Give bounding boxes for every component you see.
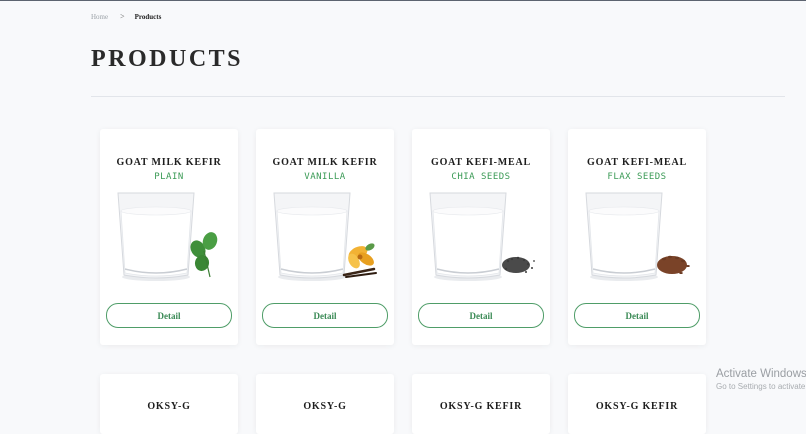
- watermark-title: Activate Windows: [716, 368, 806, 380]
- product-name: GOAT MILK KEFIR: [272, 157, 378, 168]
- top-border: [0, 0, 806, 1]
- detail-button[interactable]: Detail: [418, 303, 544, 328]
- product-variant: PLAIN: [154, 172, 184, 182]
- breadcrumb-current: Products: [134, 12, 162, 21]
- kefir-glass-chia-image: [429, 192, 535, 281]
- page-title: PRODUCTS: [91, 46, 244, 72]
- product-card: GOAT KEFI-MEAL FLAX SEEDS Detail: [568, 129, 706, 345]
- product-card: GOAT MILK KEFIR PLAIN Detail: [100, 129, 238, 345]
- product-name: OKSY-G KEFIR: [595, 401, 679, 412]
- product-card: OKSY-G: [256, 374, 394, 434]
- kefir-glass-vanilla-image: [273, 192, 377, 281]
- kefir-glass-flax-image: [585, 192, 690, 281]
- product-variant: FLAX SEEDS: [607, 172, 667, 182]
- product-name: OKSY-G: [147, 401, 191, 412]
- detail-button[interactable]: Detail: [574, 303, 700, 328]
- title-divider: [91, 96, 785, 97]
- flax-seeds-icon: [657, 255, 690, 274]
- clover-leaves-icon: [190, 232, 218, 278]
- activate-windows-watermark: Activate Windows Go to Settings to activ…: [716, 368, 806, 391]
- vanilla-flower-icon: [342, 243, 377, 278]
- watermark-subtitle: Go to Settings to activate Windows.: [716, 382, 806, 391]
- product-name: GOAT KEFI-MEAL: [430, 157, 531, 168]
- product-card: OKSY-G KEFIR: [568, 374, 706, 434]
- product-card: OKSY-G KEFIR: [412, 374, 550, 434]
- product-name: GOAT MILK KEFIR: [116, 157, 222, 168]
- kefir-glass-clover-image: [117, 192, 218, 281]
- product-variant: CHIA SEEDS: [451, 172, 511, 182]
- product-name: OKSY-G KEFIR: [439, 401, 523, 412]
- product-variant: VANILLA: [304, 172, 346, 182]
- product-name: OKSY-G: [303, 401, 347, 412]
- breadcrumb-home-link[interactable]: Home: [91, 13, 108, 21]
- detail-button[interactable]: Detail: [106, 303, 232, 328]
- product-card: GOAT KEFI-MEAL CHIA SEEDS Detail: [412, 129, 550, 345]
- detail-button[interactable]: Detail: [262, 303, 388, 328]
- breadcrumb: Home > Products: [91, 12, 161, 21]
- product-card: GOAT MILK KEFIR VANILLA Detail: [256, 129, 394, 345]
- product-name: GOAT KEFI-MEAL: [586, 157, 687, 168]
- breadcrumb-separator: >: [120, 12, 125, 21]
- product-card: OKSY-G: [100, 374, 238, 434]
- chia-seeds-icon: [502, 256, 535, 273]
